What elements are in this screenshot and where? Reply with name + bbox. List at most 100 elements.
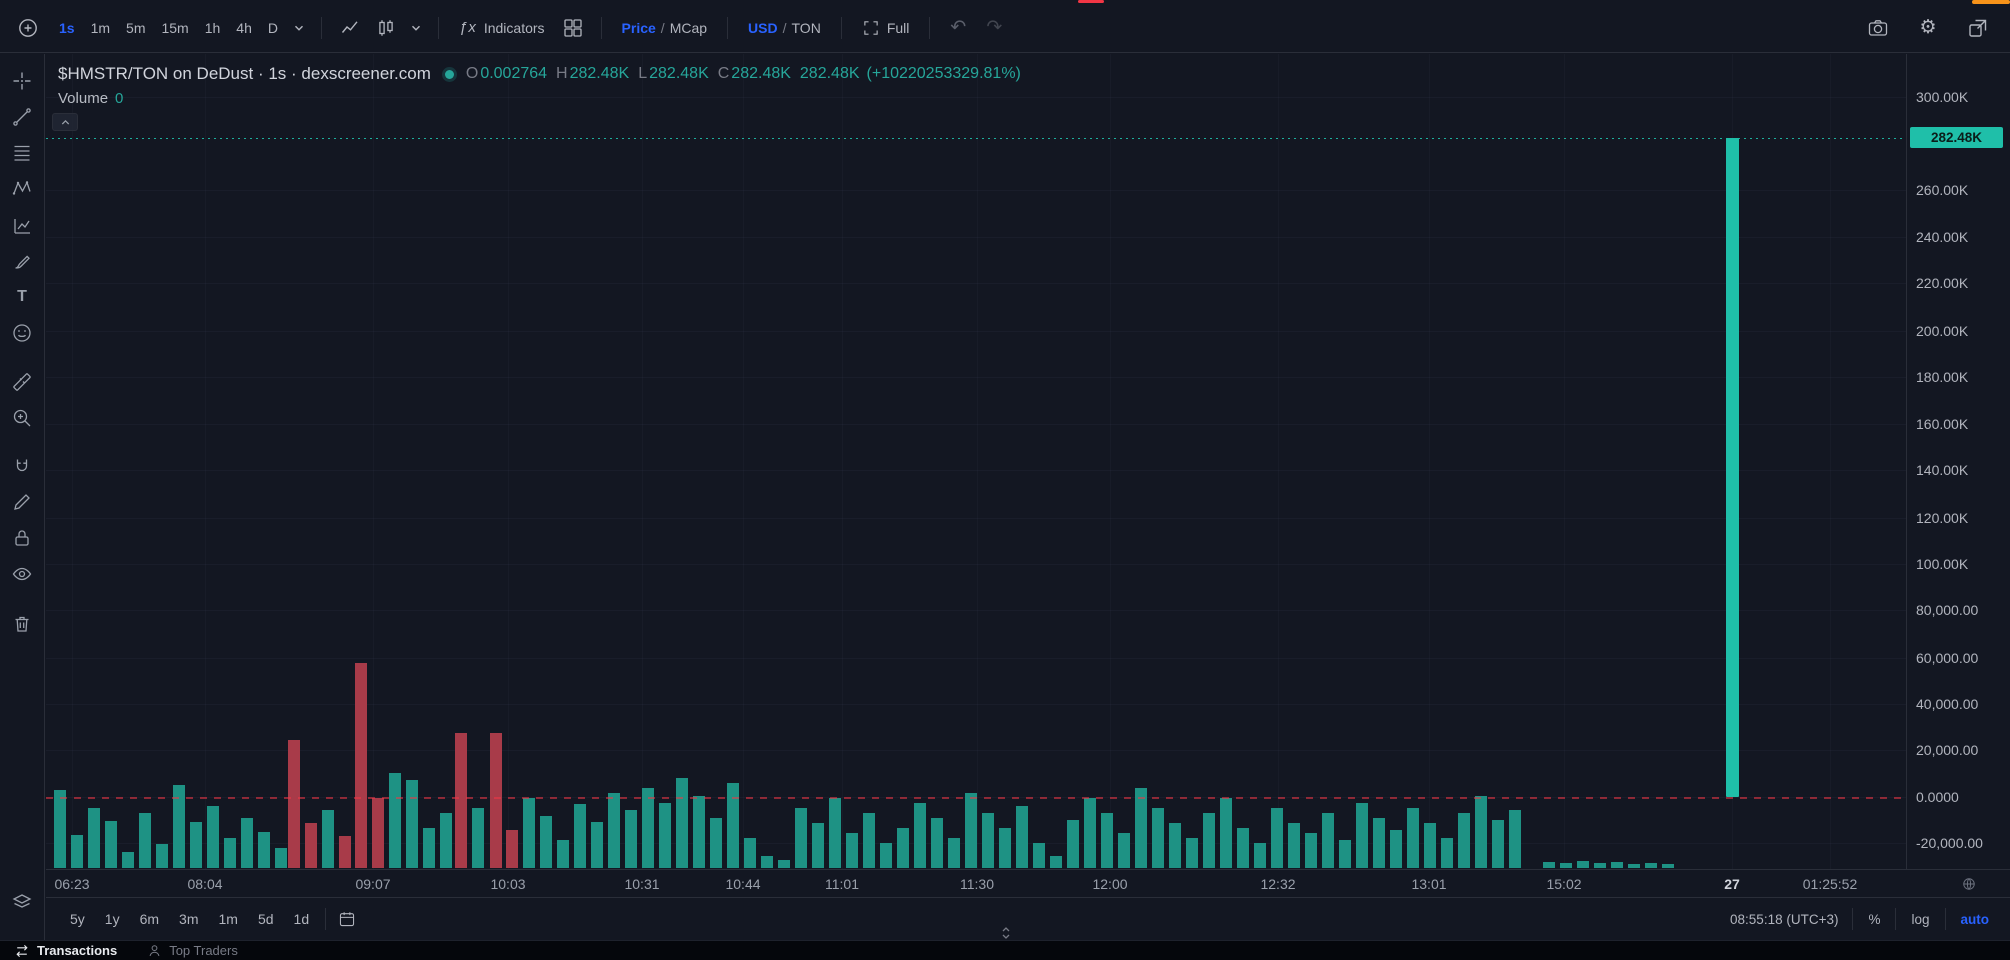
candles-icon xyxy=(379,19,393,36)
price-mcap-toggle[interactable]: Price / MCap xyxy=(614,15,716,41)
timeframe-button-4h[interactable]: 4h xyxy=(229,15,259,41)
log-scale-button[interactable]: log xyxy=(1904,908,1936,931)
volume-bar xyxy=(207,806,219,868)
range-button-1d[interactable]: 1d xyxy=(286,907,318,931)
timeframe-switcher: 1s 1m 5m 15m 1h 4h D xyxy=(52,15,285,41)
fib-retracement-icon xyxy=(14,145,30,161)
timeframe-menu-button[interactable] xyxy=(289,12,309,44)
auto-scale-button[interactable]: auto xyxy=(1954,908,1997,931)
chart-plot-area[interactable]: $HMSTR/TON on DeDust · 1s · dexscreener.… xyxy=(46,54,1906,869)
time-axis[interactable]: 06:23 08:04 09:07 10:03 10:31 10:44 11:01 11:30… xyxy=(46,869,2010,897)
go-to-date-button[interactable] xyxy=(334,906,360,932)
pane-resize-handle[interactable] xyxy=(996,925,1016,940)
zero-price-dashed-line xyxy=(46,797,1906,799)
volume-bar xyxy=(1458,813,1470,868)
range-button-5y[interactable]: 5y xyxy=(62,907,93,931)
camera-icon xyxy=(1868,19,1888,36)
legend-collapse-button[interactable] xyxy=(52,113,78,131)
volume-bar xyxy=(778,860,790,868)
indicators-label: Indicators xyxy=(483,19,545,36)
indicators-button[interactable]: ƒx Indicators xyxy=(451,14,553,41)
object-tree-button[interactable] xyxy=(5,887,39,917)
range-button-6m[interactable]: 6m xyxy=(132,907,167,931)
hide-drawings-button[interactable] xyxy=(5,559,39,589)
range-button-5d[interactable]: 5d xyxy=(250,907,282,931)
usd-ton-toggle[interactable]: USD / TON xyxy=(740,15,829,41)
volume-bar xyxy=(258,832,270,868)
change-percent: (+10220253329.81%) xyxy=(866,65,1021,82)
gear-icon: ⚙ xyxy=(1919,17,1937,38)
ruler-tool-button[interactable] xyxy=(5,367,39,397)
fx-icon: ƒx xyxy=(459,19,477,36)
volume-bar xyxy=(1254,843,1266,868)
position-tool-button[interactable] xyxy=(5,211,39,241)
emoji-tool-button[interactable] xyxy=(5,318,39,348)
volume-bar xyxy=(423,828,435,868)
volume-bar xyxy=(1135,788,1147,868)
volume-bar xyxy=(1577,861,1589,868)
volume-bars xyxy=(46,54,1906,869)
crosshair-tool-button[interactable] xyxy=(5,66,39,96)
zoom-tool-button[interactable] xyxy=(5,403,39,433)
range-button-1m[interactable]: 1m xyxy=(211,907,246,931)
timeframe-button-1h[interactable]: 1h xyxy=(198,15,228,41)
volume-bar xyxy=(1475,796,1487,868)
eye-icon xyxy=(12,567,32,581)
volume-bar xyxy=(122,852,134,868)
timeframe-button-5m[interactable]: 5m xyxy=(119,15,152,41)
clock-timezone-button[interactable]: 08:55:18 (UTC+3) xyxy=(1724,908,1844,931)
fullscreen-button[interactable]: Full xyxy=(854,14,918,42)
volume-bar xyxy=(710,818,722,868)
price-axis-label: 140.00K xyxy=(1916,462,1969,478)
high-label: H xyxy=(556,65,568,82)
candles-chart-type-button[interactable] xyxy=(370,12,402,44)
price-axis-label: 20,000.00 xyxy=(1916,742,1979,758)
timeframe-button-15m[interactable]: 15m xyxy=(154,15,195,41)
compare-add-button[interactable] xyxy=(12,12,44,44)
timezone-globe-icon[interactable] xyxy=(1962,877,1976,891)
timeframe-button-1m[interactable]: 1m xyxy=(84,15,117,41)
chart-style-menu-button[interactable] xyxy=(406,12,426,44)
xabcd-pattern-tool-button[interactable] xyxy=(5,173,39,203)
volume-bar xyxy=(523,798,535,868)
mcap-toggle-inactive: MCap xyxy=(669,19,708,36)
line-chart-type-button[interactable] xyxy=(334,12,366,44)
price-axis-label: 160.00K xyxy=(1916,416,1969,432)
tab-transactions[interactable]: Transactions xyxy=(14,943,117,959)
redo-button[interactable]: ↷ xyxy=(978,12,1010,44)
screenshot-button[interactable] xyxy=(1862,12,1894,44)
brush-tool-button[interactable] xyxy=(5,246,39,276)
toolbar-separator xyxy=(600,16,602,39)
price-axis-label: 0.0000 xyxy=(1916,789,1959,805)
volume-bar xyxy=(1050,856,1062,868)
range-button-3m[interactable]: 3m xyxy=(171,907,206,931)
timeframe-button-1s[interactable]: 1s xyxy=(52,15,82,41)
tab-top-traders[interactable]: Top Traders xyxy=(147,943,238,958)
trend-line-tool-button[interactable] xyxy=(5,102,39,132)
volume-bar xyxy=(982,813,994,868)
percent-scale-button[interactable]: % xyxy=(1861,908,1887,931)
toolbar-separator xyxy=(321,16,322,39)
symbol-title[interactable]: $HMSTR/TON on DeDust · 1s · dexscreener.… xyxy=(58,64,431,84)
lock-drawings-button[interactable] xyxy=(5,523,39,553)
price-axis[interactable]: 300.00K 260.00K 240.00K 220.00K 200.00K 180.0… xyxy=(1906,54,2010,869)
layout-grid-button[interactable] xyxy=(557,12,589,44)
text-tool-button[interactable]: T xyxy=(5,282,39,312)
volume-bar xyxy=(1203,813,1215,868)
volume-bar xyxy=(1084,798,1096,868)
undo-button[interactable]: ↶ xyxy=(942,12,974,44)
settings-button[interactable]: ⚙ xyxy=(1912,12,1944,44)
volume-bar xyxy=(389,773,401,868)
volume-bar xyxy=(1628,864,1640,868)
magnet-mode-button[interactable] xyxy=(5,452,39,482)
fib-retracement-tool-button[interactable] xyxy=(5,138,39,168)
volume-bar xyxy=(659,803,671,868)
change-value: 282.48K xyxy=(799,65,860,82)
drawing-mode-button[interactable] xyxy=(5,487,39,517)
volume-bar xyxy=(455,733,467,868)
toolbar-separator xyxy=(325,908,327,930)
popout-button[interactable] xyxy=(1962,12,1994,44)
timeframe-button-D[interactable]: D xyxy=(261,15,285,41)
remove-drawings-button[interactable] xyxy=(5,609,39,639)
range-button-1y[interactable]: 1y xyxy=(97,907,128,931)
